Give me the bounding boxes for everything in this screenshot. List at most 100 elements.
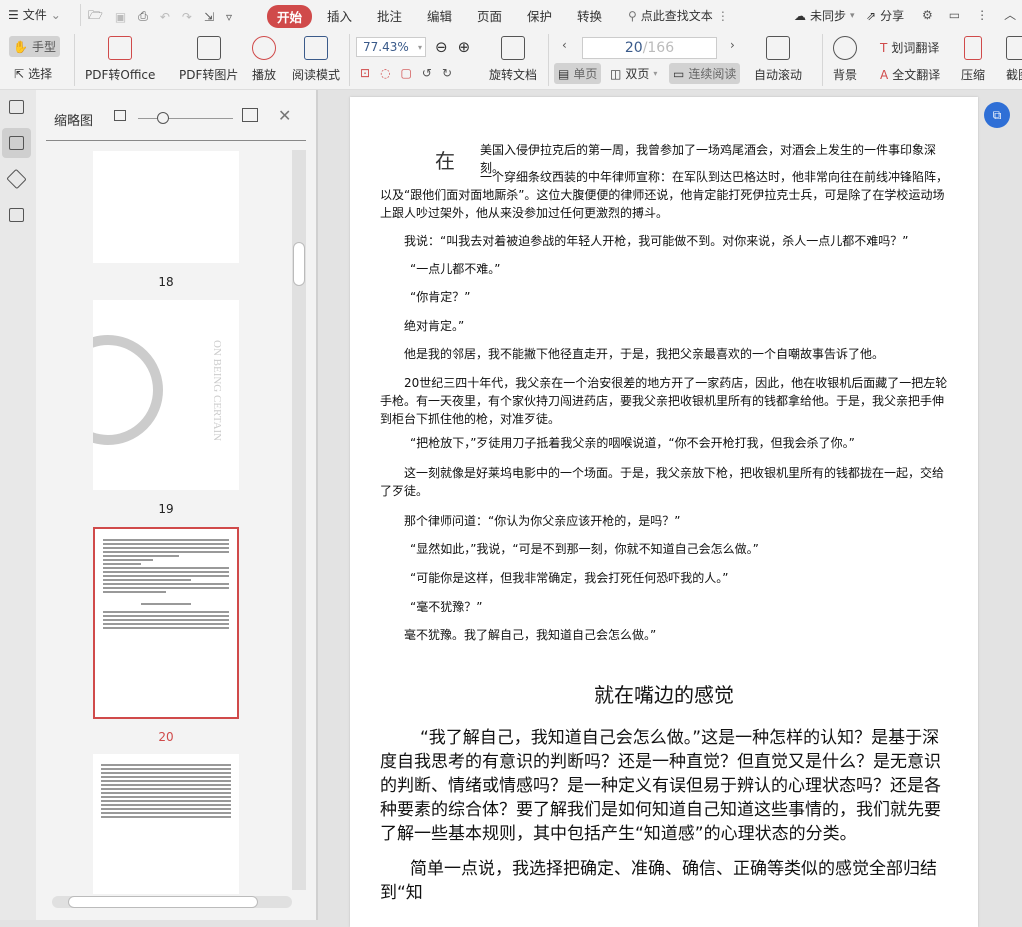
next-page-icon[interactable]: › (730, 38, 735, 52)
chevron-down-icon: ⌄ (50, 7, 61, 22)
search-icon: ⚲ (628, 8, 637, 23)
convert-button[interactable] (2, 200, 31, 230)
paragraph: 一个穿细条纹西装的中年律师宣称：在军队到达巴格达时，他非常向往在前线冲锋陷阵，以… (380, 170, 949, 220)
tab-convert[interactable]: 转换 (577, 6, 602, 25)
cover-title: ON BEING CERTAIN (211, 340, 223, 442)
search-box[interactable]: ⚲ 点此查找文本 ⋮ (628, 7, 729, 24)
tab-home[interactable]: 开始 (267, 5, 313, 28)
more-icon[interactable]: ⋮ (717, 9, 729, 23)
paragraph: 我说：“叫我去对着被迫参战的年轻人开枪，我可能做不到。对你来说，杀人一点儿都不难… (404, 234, 909, 248)
thumbnail-page-18[interactable] (93, 151, 239, 263)
sync-button[interactable]: ☁ 未同步 ▾ (794, 7, 855, 24)
tab-insert[interactable]: 插入 (327, 6, 352, 25)
auto-scroll-button[interactable]: 自动滚动 (754, 36, 802, 83)
open-icon[interactable]: 🗁 (88, 6, 103, 27)
zoom-out-icon[interactable]: ⊖ (435, 38, 448, 56)
rotate-doc-icon (501, 36, 525, 60)
hand-tool-button[interactable]: ✋ 手型 (9, 36, 60, 57)
scrollbar-thumb[interactable] (293, 242, 305, 286)
thumbnail-size-slider[interactable] (138, 118, 233, 119)
auto-scroll-icon (766, 36, 790, 60)
background-button[interactable]: 背景 (833, 36, 857, 83)
page-number-input[interactable]: 20/166 (582, 37, 717, 59)
paragraph: “你肯定？” (410, 290, 471, 304)
paragraph: “一点儿都不难。” (410, 262, 501, 276)
collapse-icon[interactable]: ︿ (1004, 6, 1016, 23)
thumbnail-page-20-selected[interactable] (93, 527, 239, 719)
book-icon (304, 36, 328, 60)
hand-icon: ✋ (13, 39, 28, 54)
paragraph: “毫不犹豫？” (410, 600, 483, 614)
kebab-icon[interactable]: ⋮ (976, 8, 988, 22)
cover-ring-graphic (93, 335, 163, 445)
ribbon-toolbar: ✋ 手型 ⇱ 选择 PDF转Office PDF转图片 播放 阅读模式 77.43%… (0, 30, 1022, 90)
double-page-button[interactable]: ◫ 双页 ▾ (610, 65, 657, 82)
floating-tool-button[interactable]: ⧉ (984, 102, 1010, 128)
section-heading: 就在嘴边的感觉 (594, 683, 734, 707)
page-label: 18 (158, 275, 174, 289)
pdf-to-image-button[interactable]: PDF转图片 (179, 36, 238, 83)
rotate-left-icon[interactable]: ↺ (422, 66, 432, 80)
paragraph: “我了解自己，我知道自己会怎么做。”这是一种怎样的认知？是基于深度自我思考的有意… (380, 728, 941, 844)
share-icon: ⇗ (866, 8, 877, 23)
file-menu[interactable]: ☰ 文件 ⌄ (8, 6, 61, 23)
single-page-button[interactable]: ▤ 单页 (554, 63, 602, 84)
play-button[interactable]: 播放 (252, 36, 276, 83)
compress-button[interactable]: 压缩 (961, 36, 985, 83)
paragraph: 毫不犹豫。我了解自己，我知道自己会怎么做。” (404, 628, 657, 642)
paragraph: 绝对肯定。” (404, 319, 465, 333)
rotate-right-icon[interactable]: ↻ (442, 66, 452, 80)
read-mode-button[interactable]: 阅读模式 (292, 36, 340, 83)
ocr-icon: ⧉ (992, 108, 1002, 122)
share-button[interactable]: ⇗ 分享 (866, 7, 904, 24)
word-translate-button[interactable]: T 划词翻译 (880, 39, 939, 56)
thumbnail-button[interactable] (2, 128, 31, 158)
screenshot-button[interactable]: 截图 (998, 36, 1022, 83)
rotate-document-button[interactable]: 旋转文档 (489, 36, 537, 83)
tab-protect[interactable]: 保护 (527, 6, 552, 25)
comment-icon[interactable]: ▭ (949, 8, 960, 22)
export-icon[interactable]: ⇲ (204, 10, 214, 24)
translate-icon: T (880, 40, 888, 55)
full-translate-button[interactable]: A 全文翻译 (880, 66, 940, 83)
actual-size-icon[interactable]: ⊡ (360, 66, 370, 80)
gear-icon[interactable]: ⚙ (922, 8, 933, 22)
document-view[interactable]: 在 美国入侵伊拉克后的第一周，我曾参加了一场鸡尾酒会，对酒会上发生的一件事印象深… (318, 90, 1022, 927)
zoom-in-icon[interactable]: ⊕ (458, 38, 471, 56)
annotation-button[interactable] (2, 164, 31, 194)
select-tool-button[interactable]: ⇱ 选择 (14, 65, 52, 82)
tab-annotate[interactable]: 批注 (377, 6, 402, 25)
paragraph: 那个律师问道：“你认为你父亲应该开枪的，是吗？” (404, 514, 681, 528)
pdf-to-word-icon (108, 36, 133, 60)
pdf-page: 在 美国入侵伊拉克后的第一周，我曾参加了一场鸡尾酒会，对酒会上发生的一件事印象深… (350, 97, 978, 927)
menu-bar: ☰ 文件 ⌄ 🗁 ▣ ⎙ ↶ ↷ ⇲ ▿ 开始 插入 批注 编辑 页面 保护 转换 ⚲ 点此查找文… (0, 0, 1022, 30)
full-translate-icon: A (880, 67, 889, 82)
scissors-icon (1006, 36, 1022, 60)
paragraph: 20世纪三四十年代，我父亲在一个治安很差的地方开了一家药店，因此，他在收银机后面… (380, 376, 948, 426)
hamburger-icon: ☰ (8, 7, 19, 22)
tab-edit[interactable]: 编辑 (427, 6, 452, 25)
fit-width-icon[interactable]: ▢ (401, 66, 412, 80)
close-icon[interactable]: ✕ (278, 106, 291, 125)
save-icon[interactable]: ▣ (115, 10, 126, 24)
pdf-to-office-button[interactable]: PDF转Office (85, 36, 155, 83)
tab-page[interactable]: 页面 (477, 6, 502, 25)
thumbnail-page-19[interactable]: ON BEING CERTAIN (93, 300, 239, 490)
single-page-icon: ▤ (558, 66, 570, 81)
continuous-read-button[interactable]: ▭ 连续阅读 (669, 63, 741, 84)
undo-icon[interactable]: ↶ (160, 10, 170, 24)
zoom-select[interactable]: 77.43% ▾ (356, 37, 426, 57)
paragraph: 他是我的邻居，我不能撇下他径直走开，于是，我把父亲最喜欢的一个自嘲故事告诉了他。 (404, 347, 885, 361)
print-icon[interactable]: ⎙ (138, 9, 148, 24)
thumbnail-page-21[interactable] (93, 754, 239, 894)
thumbnail-icon (9, 136, 24, 150)
redo-icon[interactable]: ↷ (182, 10, 192, 24)
fit-page-icon[interactable]: ◌ (380, 66, 390, 80)
vertical-scrollbar[interactable] (292, 150, 306, 890)
slider-handle[interactable] (157, 112, 169, 124)
prev-page-icon[interactable]: ‹ (562, 38, 567, 52)
outline-button[interactable] (2, 92, 31, 122)
horizontal-scrollbar[interactable] (52, 896, 292, 908)
more-dropdown-icon[interactable]: ▿ (226, 10, 232, 24)
large-image-icon (242, 108, 258, 122)
